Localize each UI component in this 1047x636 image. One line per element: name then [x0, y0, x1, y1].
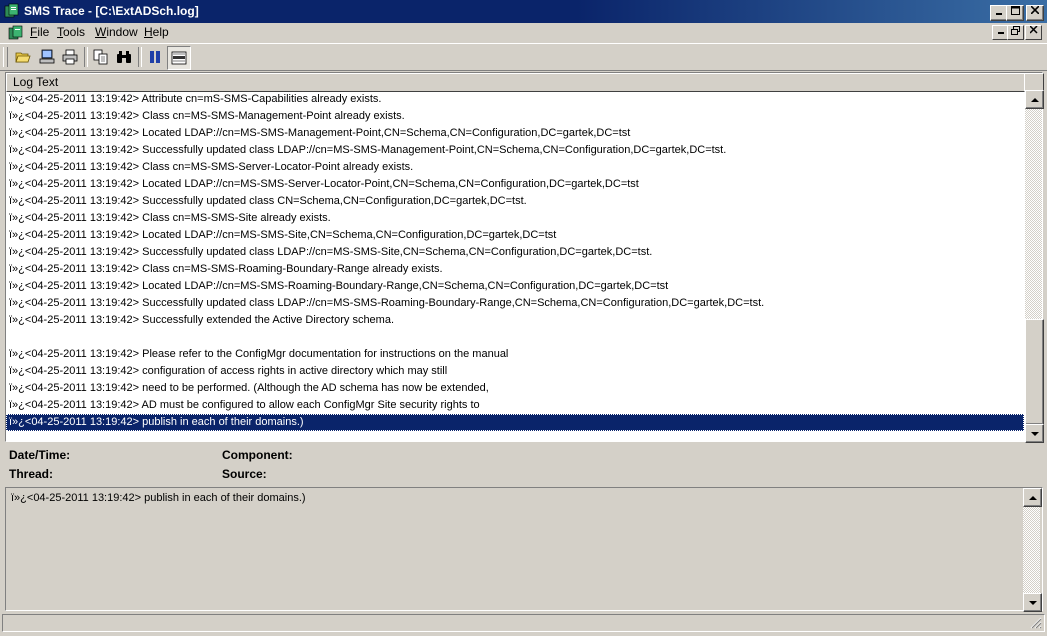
find-icon: [117, 51, 131, 63]
log-rows: ï»¿<04-25-2011 13:19:42> Attribute cn=mS…: [6, 91, 1024, 431]
minimize-icon: [996, 13, 1002, 15]
component-label: Component:: [222, 448, 293, 462]
menu-bar: File Tools Window Help: [0, 23, 1047, 42]
menu-help-mnemonic: H: [144, 25, 153, 39]
open-on-server-icon: [39, 49, 55, 64]
log-text-column-header[interactable]: Log Text: [6, 73, 1026, 92]
menu-file[interactable]: File: [30, 25, 49, 39]
arrow-up-icon: [1028, 495, 1037, 500]
log-row[interactable]: ï»¿<04-25-2011 13:19:42> publish in each…: [6, 414, 1024, 431]
log-row[interactable]: ï»¿<04-25-2011 13:19:42> Class cn=MS-SMS…: [6, 210, 1024, 227]
close-button[interactable]: [1026, 5, 1044, 21]
menu-help[interactable]: Help: [144, 25, 169, 39]
close-icon: [1030, 5, 1040, 15]
print-icon: [62, 49, 78, 65]
log-row[interactable]: ï»¿<04-25-2011 13:19:42> Class cn=MS-SMS…: [6, 108, 1024, 125]
print-button[interactable]: [59, 46, 81, 68]
datetime-label: Date/Time:: [9, 448, 71, 462]
open-button[interactable]: [12, 46, 34, 68]
menu-window[interactable]: Window: [95, 25, 138, 39]
detail-scrollbar[interactable]: [1023, 488, 1042, 612]
detail-scroll-down-button[interactable]: [1023, 593, 1042, 612]
toolbar-separator: [84, 47, 88, 67]
child-restore-button[interactable]: [1007, 25, 1024, 40]
log-row[interactable]: [6, 329, 1024, 346]
log-row[interactable]: ï»¿<04-25-2011 13:19:42> Located LDAP://…: [6, 176, 1024, 193]
log-row[interactable]: ï»¿<04-25-2011 13:19:42> need to be perf…: [6, 380, 1024, 397]
menu-tools-label: ools: [63, 25, 86, 39]
menu-file-label: ile: [37, 25, 50, 39]
log-row[interactable]: ï»¿<04-25-2011 13:19:42> Located LDAP://…: [6, 278, 1024, 295]
document-system-icon[interactable]: [8, 25, 24, 41]
pause-icon: [150, 51, 160, 63]
maximize-icon: [1010, 6, 1020, 15]
open-on-server-button[interactable]: [36, 46, 58, 68]
log-row[interactable]: ï»¿<04-25-2011 13:19:42> Successfully up…: [6, 244, 1024, 261]
arrow-up-icon: [1030, 97, 1039, 102]
log-row[interactable]: ï»¿<04-25-2011 13:19:42> AD must be conf…: [6, 397, 1024, 414]
log-row[interactable]: ï»¿<04-25-2011 13:19:42> Successfully ex…: [6, 312, 1024, 329]
log-row[interactable]: ï»¿<04-25-2011 13:19:42> Attribute cn=mS…: [6, 91, 1024, 108]
open-icon: [15, 52, 31, 63]
log-row[interactable]: ï»¿<04-25-2011 13:19:42> configuration o…: [6, 363, 1024, 380]
sms-trace-app-icon[interactable]: [4, 3, 20, 19]
log-row[interactable]: ï»¿<04-25-2011 13:19:42> Successfully up…: [6, 295, 1024, 312]
scroll-up-button[interactable]: [1025, 90, 1044, 109]
toolbar-grip[interactable]: [3, 47, 8, 67]
source-label: Source:: [222, 467, 267, 481]
log-row[interactable]: ï»¿<04-25-2011 13:19:42> Located LDAP://…: [6, 125, 1024, 142]
highlight-icon: [171, 51, 187, 65]
menu-help-label: elp: [152, 25, 169, 39]
arrow-down-icon: [1030, 431, 1039, 436]
log-list-scrollbar[interactable]: [1025, 90, 1044, 443]
menu-window-mnemonic: W: [95, 25, 107, 39]
minimize-icon: [997, 32, 1004, 34]
copy-button[interactable]: [90, 46, 112, 68]
log-row[interactable]: ï»¿<04-25-2011 13:19:42> Located LDAP://…: [6, 227, 1024, 244]
title-bar[interactable]: SMS Trace - [C:\ExtADSch.log]: [0, 0, 1047, 23]
log-detail-textbox[interactable]: ï»¿<04-25-2011 13:19:42> publish in each…: [5, 487, 1043, 612]
column-header-label: Log Text: [13, 75, 59, 89]
log-detail-text: ï»¿<04-25-2011 13:19:42> publish in each…: [11, 492, 306, 504]
child-close-button[interactable]: [1025, 25, 1042, 40]
window-title: SMS Trace - [C:\ExtADSch.log]: [24, 4, 199, 18]
log-row[interactable]: ï»¿<04-25-2011 13:19:42> Successfully up…: [6, 193, 1024, 210]
log-row[interactable]: ï»¿<04-25-2011 13:19:42> Class cn=MS-SMS…: [6, 159, 1024, 176]
status-bar: [2, 614, 1045, 632]
detail-scroll-up-button[interactable]: [1023, 488, 1042, 507]
highlight-button[interactable]: [167, 46, 191, 70]
log-row[interactable]: ï»¿<04-25-2011 13:19:42> Class cn=MS-SMS…: [6, 261, 1024, 278]
close-icon: [1028, 25, 1038, 34]
thread-label: Thread:: [9, 467, 54, 481]
log-row[interactable]: ï»¿<04-25-2011 13:19:42> Please refer to…: [6, 346, 1024, 363]
copy-icon: [93, 49, 108, 65]
menu-window-label: indow: [106, 25, 138, 39]
menu-tools[interactable]: Tools: [57, 25, 85, 39]
scroll-down-button[interactable]: [1025, 424, 1044, 443]
find-button[interactable]: [113, 46, 135, 68]
maximize-button[interactable]: [1006, 5, 1024, 21]
scroll-thumb[interactable]: [1025, 319, 1044, 425]
toolbar-separator: [138, 47, 142, 67]
log-row[interactable]: ï»¿<04-25-2011 13:19:42> Successfully up…: [6, 142, 1024, 159]
log-list[interactable]: Log Text ï»¿<04-25-2011 13:19:42> Attrib…: [5, 72, 1044, 443]
restore-icon: [1011, 26, 1020, 35]
arrow-down-icon: [1028, 600, 1037, 605]
pause-button[interactable]: [144, 46, 166, 68]
toolbar: [0, 43, 1047, 71]
resize-grip-icon[interactable]: [1030, 617, 1042, 629]
